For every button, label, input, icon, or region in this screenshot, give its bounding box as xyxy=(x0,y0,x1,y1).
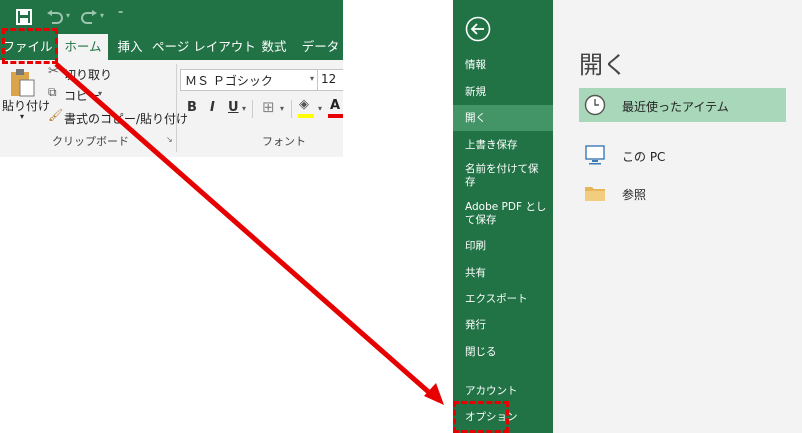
red-arrow xyxy=(54,62,444,405)
